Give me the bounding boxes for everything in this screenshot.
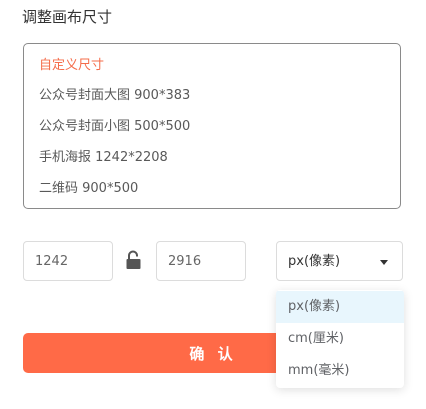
unit-select-value: px(像素) xyxy=(288,254,341,269)
unit-option-mm[interactable]: mm(毫米) xyxy=(276,355,404,387)
unit-option-px[interactable]: px(像素) xyxy=(276,291,404,323)
unlocked-padlock-icon[interactable] xyxy=(125,250,143,270)
height-input[interactable] xyxy=(156,241,246,281)
preset-mobile-poster[interactable]: 手机海报 1242*2208 xyxy=(39,149,168,167)
unit-option-cm[interactable]: cm(厘米) xyxy=(276,323,404,355)
preset-wechat-cover-large[interactable]: 公众号封面大图 900*383 xyxy=(39,87,190,105)
preset-qr-code[interactable]: 二维码 900*500 xyxy=(39,180,138,198)
unit-dropdown-menu: px(像素) cm(厘米) mm(毫米) xyxy=(276,290,404,388)
unit-select[interactable]: px(像素) xyxy=(276,241,403,281)
dialog-title: 调整画布尺寸 xyxy=(22,8,113,26)
preset-size-list: 自定义尺寸 公众号封面大图 900*383 公众号封面小图 500*500 手机… xyxy=(23,43,401,209)
preset-custom-size[interactable]: 自定义尺寸 xyxy=(39,57,104,75)
width-input[interactable] xyxy=(23,241,113,281)
preset-wechat-cover-small[interactable]: 公众号封面小图 500*500 xyxy=(39,118,190,136)
caret-down-icon xyxy=(380,260,388,265)
